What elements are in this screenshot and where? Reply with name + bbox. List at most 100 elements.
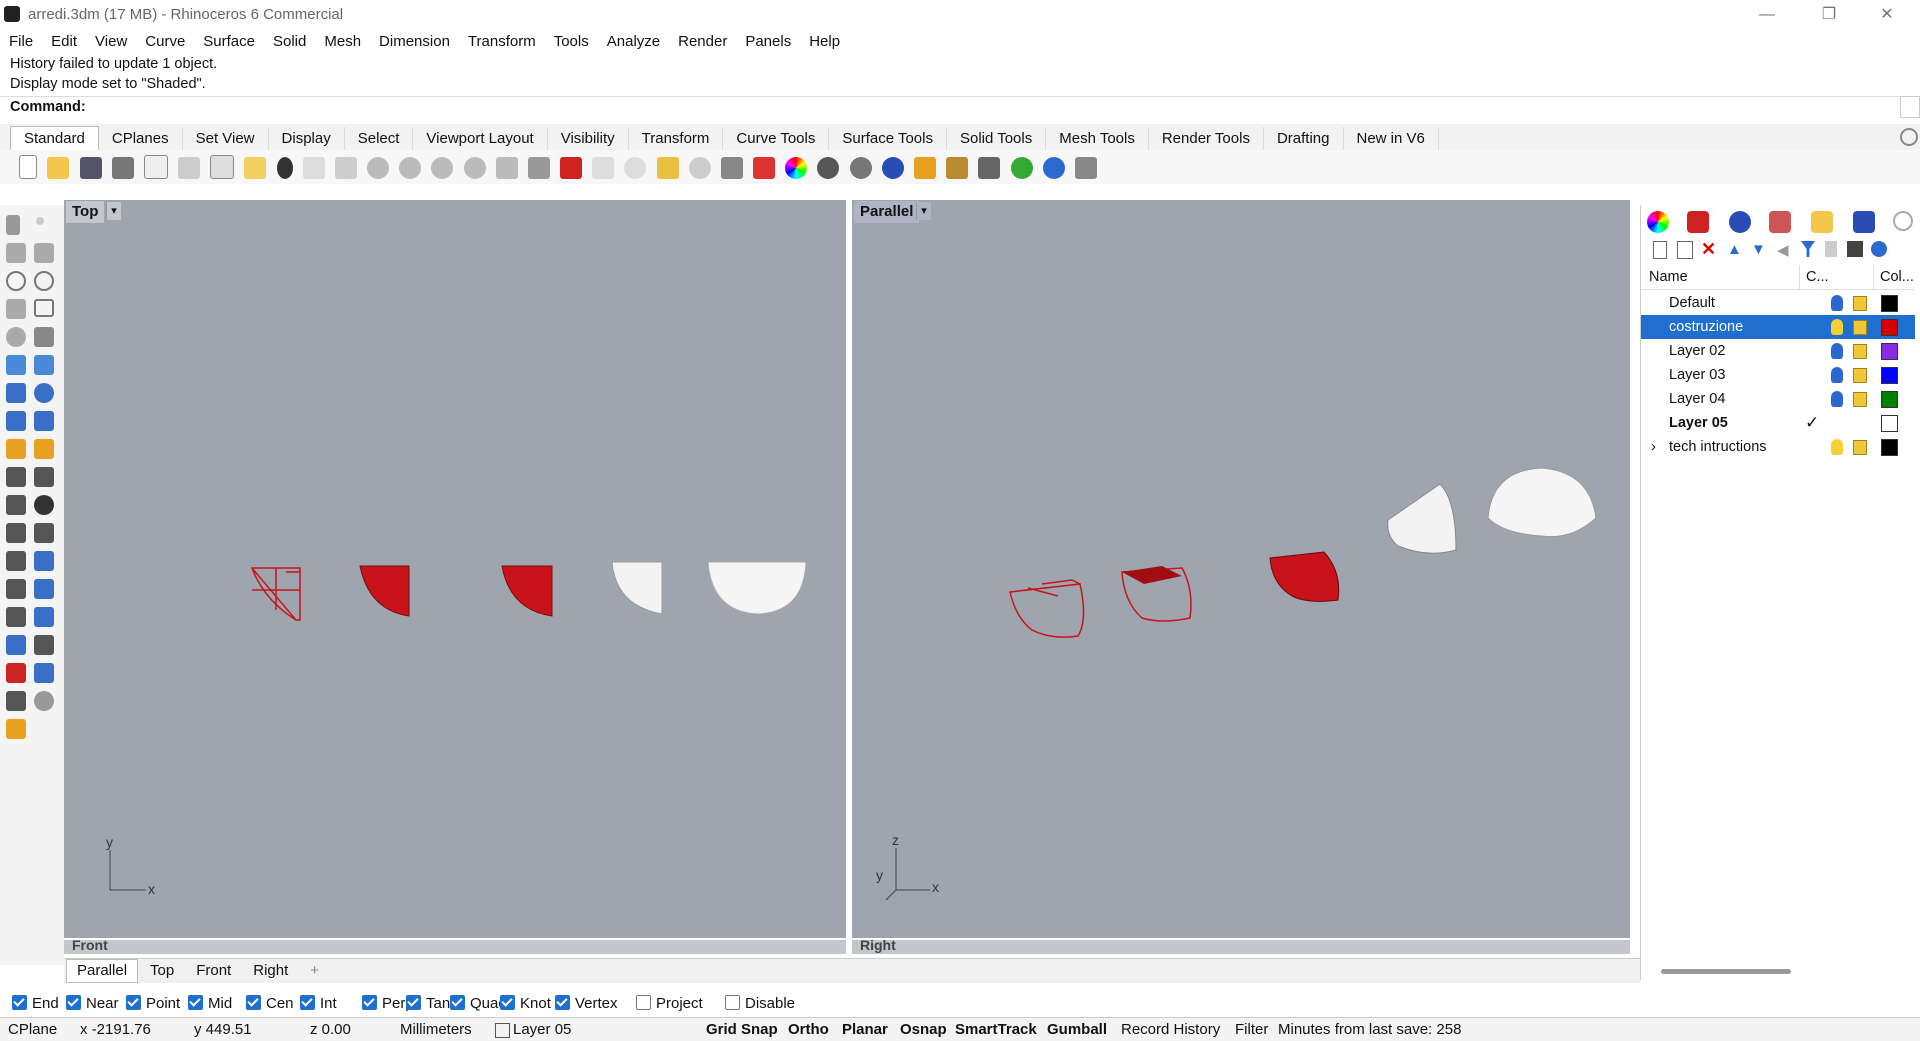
panel-scrollbar[interactable]	[1661, 969, 1791, 974]
layer-row[interactable]: costruzione	[1641, 315, 1915, 339]
checkbox[interactable]	[450, 995, 465, 1010]
cut-icon[interactable]	[178, 157, 201, 179]
circle-icon[interactable]	[6, 271, 26, 291]
checkbox[interactable]	[12, 995, 27, 1010]
pan-hand-icon[interactable]	[302, 157, 325, 179]
checkbox[interactable]	[362, 995, 377, 1010]
move-up-icon[interactable]: ▲	[1727, 241, 1742, 258]
current-layer[interactable]: Layer 05	[513, 1021, 571, 1039]
osnap-cen[interactable]: Cen	[246, 995, 294, 1013]
visibility-bulb-icon[interactable]	[1831, 343, 1843, 359]
name-column-header[interactable]: Name	[1649, 265, 1688, 289]
undo-icon[interactable]	[276, 157, 293, 179]
layer-color-swatch[interactable]	[1881, 415, 1898, 432]
lock-icon[interactable]	[1853, 440, 1867, 455]
material-sphere-icon[interactable]	[817, 157, 840, 179]
new-file-icon[interactable]	[19, 155, 38, 179]
scale-icon[interactable]	[6, 495, 26, 515]
layer-name[interactable]: tech intructions	[1669, 435, 1767, 459]
color-column-header[interactable]: Col...	[1873, 265, 1914, 289]
filter-icon[interactable]	[1801, 241, 1815, 257]
tab-select[interactable]: Select	[345, 127, 414, 151]
layer-color-swatch[interactable]	[1881, 391, 1898, 408]
tab-curve-tools[interactable]: Curve Tools	[723, 127, 830, 151]
layers-icon[interactable]	[753, 157, 776, 179]
tab-display[interactable]: Display	[269, 127, 345, 151]
points-on-icon[interactable]	[6, 523, 26, 543]
tab-viewport-layout[interactable]: Viewport Layout	[413, 127, 548, 151]
layer-name[interactable]: Default	[1669, 291, 1715, 315]
expand-chevron-icon[interactable]: ›	[1651, 435, 1656, 459]
analyze-icon[interactable]	[913, 157, 936, 179]
mirror-icon[interactable]	[34, 495, 54, 515]
lock-icon[interactable]	[720, 157, 743, 179]
layer-name[interactable]: costruzione	[1669, 315, 1743, 339]
move-left-icon[interactable]: ◀	[1777, 241, 1789, 259]
layer-color-swatch[interactable]	[1881, 439, 1898, 456]
options-icon[interactable]	[946, 157, 969, 179]
minimize-button[interactable]: —	[1744, 2, 1790, 28]
zoom-window-icon[interactable]	[399, 157, 422, 179]
menu-curve[interactable]: Curve	[136, 30, 194, 54]
layer-name[interactable]: Layer 02	[1669, 339, 1725, 363]
tab-cplanes[interactable]: CPlanes	[99, 127, 183, 151]
menu-view[interactable]: View	[86, 30, 136, 54]
box-icon[interactable]	[6, 383, 26, 403]
boolean-icon[interactable]	[34, 383, 54, 403]
globe-icon[interactable]	[1010, 157, 1033, 179]
rotate-view-icon[interactable]	[334, 157, 357, 179]
lock-icon[interactable]	[1853, 368, 1867, 383]
dimension-tool-icon[interactable]	[6, 635, 26, 655]
gumball-toggle[interactable]: Gumball	[1047, 1021, 1107, 1039]
select-arrow-icon[interactable]	[6, 215, 20, 235]
analyze-tool-icon[interactable]	[6, 663, 26, 683]
visibility-bulb-icon[interactable]	[1831, 295, 1843, 311]
save-icon[interactable]	[79, 157, 102, 179]
current-column-header[interactable]: C...	[1799, 265, 1829, 289]
checkbox[interactable]	[66, 995, 81, 1010]
command-scroll[interactable]	[1900, 96, 1920, 118]
menu-file[interactable]: File	[0, 30, 42, 54]
lock-icon[interactable]	[1853, 320, 1867, 335]
rotate-icon[interactable]	[34, 467, 54, 487]
osnap-int[interactable]: Int	[300, 995, 337, 1013]
front-viewport-label[interactable]: Front	[72, 937, 108, 953]
polygon-icon[interactable]	[6, 299, 26, 319]
undo-view-icon[interactable]	[495, 157, 518, 179]
select-icon[interactable]	[624, 157, 647, 179]
close-button[interactable]: ✕	[1864, 2, 1910, 28]
point-icon[interactable]	[36, 217, 44, 225]
layer-row[interactable]: Default	[1641, 291, 1915, 315]
osnap-near[interactable]: Near	[66, 995, 119, 1013]
color-wheel-icon[interactable]	[785, 157, 808, 179]
checkbox[interactable]	[500, 995, 515, 1010]
text-icon[interactable]	[34, 551, 54, 571]
render-sphere-icon[interactable]	[849, 157, 872, 179]
paint-icon[interactable]	[6, 719, 26, 739]
loft-icon[interactable]	[34, 355, 54, 375]
visibility-bulb-icon[interactable]	[1831, 439, 1843, 455]
layer-row[interactable]: Layer 03	[1641, 363, 1915, 387]
menu-dimension[interactable]: Dimension	[370, 30, 459, 54]
checkbox[interactable]	[636, 995, 651, 1010]
tab-top[interactable]: Top	[140, 960, 184, 982]
osnap-vertex[interactable]: Vertex	[555, 995, 618, 1013]
layer-name[interactable]: Layer 05	[1669, 411, 1728, 435]
visibility-bulb-icon[interactable]	[1831, 391, 1843, 407]
solid-edit-icon[interactable]	[34, 607, 54, 627]
layer-row[interactable]: › tech intructions	[1641, 435, 1915, 459]
help-icon[interactable]	[1042, 157, 1065, 179]
checkbox[interactable]	[725, 995, 740, 1010]
block-icon[interactable]	[34, 579, 54, 599]
tab-render-tools[interactable]: Render Tools	[1149, 127, 1264, 151]
surface-icon[interactable]	[6, 355, 26, 375]
zoom-icon[interactable]	[367, 157, 390, 179]
curve-icon[interactable]	[34, 243, 54, 263]
move-icon[interactable]	[6, 467, 26, 487]
osnap-project[interactable]: Project	[636, 995, 703, 1013]
open-folder-icon[interactable]	[47, 157, 70, 179]
new-sublayer-icon[interactable]	[1677, 241, 1693, 259]
menu-solid[interactable]: Solid	[264, 30, 315, 54]
visibility-bulb-icon[interactable]	[1831, 367, 1843, 383]
menu-panels[interactable]: Panels	[736, 30, 800, 54]
